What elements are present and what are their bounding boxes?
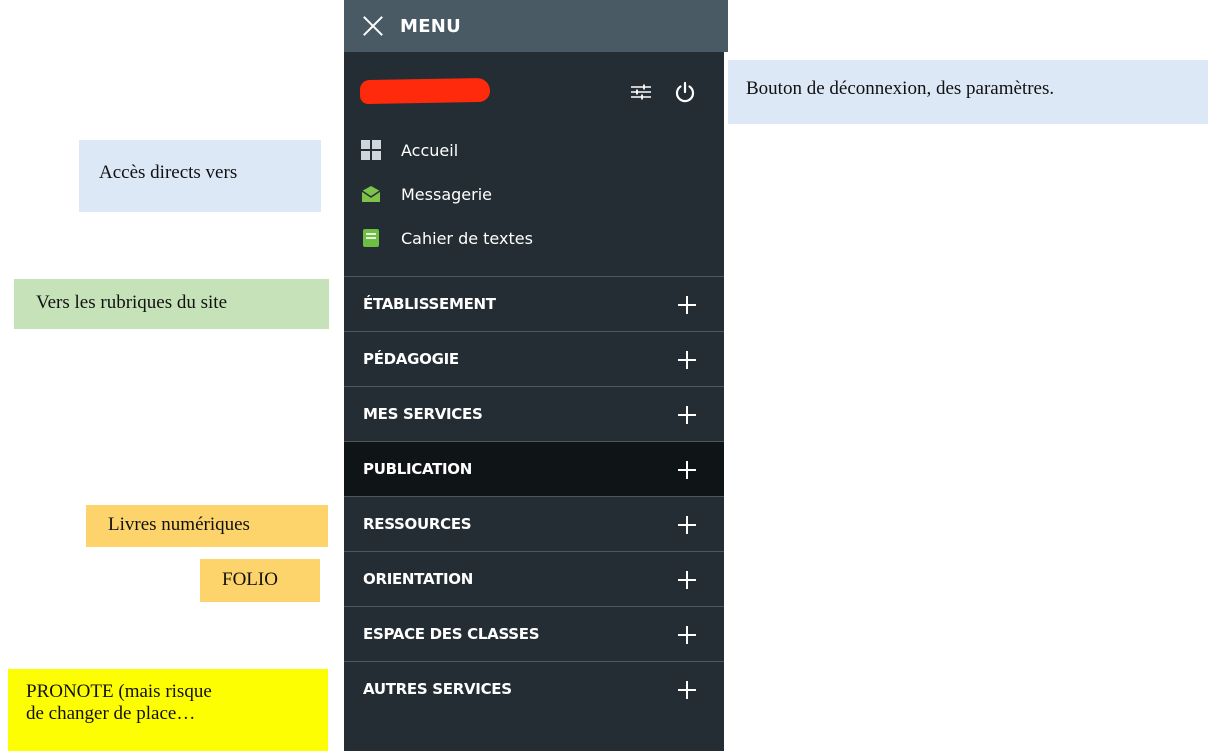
section-label: ORIENTATION (363, 570, 474, 588)
plus-icon[interactable] (678, 351, 696, 369)
plus-icon[interactable] (678, 681, 696, 699)
section-label: PÉDAGOGIE (363, 350, 459, 368)
section-publication[interactable]: PUBLICATION (344, 441, 724, 496)
section-pedagogie[interactable]: PÉDAGOGIE (344, 331, 724, 386)
plus-icon[interactable] (678, 296, 696, 314)
quick-links: Accueil Messagerie Cahier de textes (344, 128, 724, 260)
plus-icon[interactable] (678, 626, 696, 644)
plus-icon[interactable] (678, 571, 696, 589)
quick-link-messagerie[interactable]: Messagerie (344, 172, 724, 216)
annotation-livres: Livres numériques (86, 505, 328, 547)
side-menu: MENU Accueil Messagerie Cahier de textes… (344, 0, 728, 751)
section-orientation[interactable]: ORIENTATION (344, 551, 724, 606)
section-label: ESPACE DES CLASSES (363, 625, 540, 643)
annotation-rubriques: Vers les rubriques du site (14, 279, 329, 329)
menu-title: MENU (400, 15, 462, 37)
redacted-username (359, 77, 491, 105)
annotation-params: Bouton de déconnexion, des paramètres. (728, 60, 1208, 124)
user-row (344, 62, 724, 122)
section-ressources[interactable]: RESSOURCES (344, 496, 724, 551)
quick-link-label: Cahier de textes (401, 228, 533, 248)
section-mes-services[interactable]: MES SERVICES (344, 386, 724, 441)
plus-icon[interactable] (678, 516, 696, 534)
annotation-pronote: PRONOTE (mais risque de changer de place… (8, 669, 328, 751)
plus-icon[interactable] (678, 461, 696, 479)
grid-icon (361, 140, 381, 160)
annotation-acces: Accès directs vers (79, 140, 321, 212)
section-label: ÉTABLISSEMENT (363, 295, 496, 313)
annotation-folio: FOLIO (200, 559, 320, 602)
quick-link-accueil[interactable]: Accueil (344, 128, 724, 172)
quick-link-label: Messagerie (401, 184, 492, 204)
annotation-pronote-line2: de changer de place… (26, 703, 196, 724)
quick-link-cahier-de-textes[interactable]: Cahier de textes (344, 216, 724, 260)
notebook-icon (363, 229, 379, 247)
plus-icon[interactable] (678, 406, 696, 424)
section-etablissement[interactable]: ÉTABLISSEMENT (344, 276, 724, 331)
section-label: PUBLICATION (363, 460, 473, 478)
envelope-icon (361, 186, 381, 202)
section-label: AUTRES SERVICES (363, 680, 512, 698)
power-icon[interactable] (674, 81, 696, 103)
menu-header: MENU (344, 0, 728, 52)
section-label: MES SERVICES (363, 405, 483, 423)
sliders-icon[interactable] (630, 84, 652, 100)
close-icon[interactable] (362, 15, 384, 37)
section-autres-services[interactable]: AUTRES SERVICES (344, 661, 724, 716)
section-list: ÉTABLISSEMENT PÉDAGOGIE MES SERVICES PUB… (344, 276, 724, 716)
annotation-pronote-line1: PRONOTE (mais risque (26, 681, 212, 702)
section-espace-des-classes[interactable]: ESPACE DES CLASSES (344, 606, 724, 661)
section-label: RESSOURCES (363, 515, 472, 533)
quick-link-label: Accueil (401, 140, 459, 160)
